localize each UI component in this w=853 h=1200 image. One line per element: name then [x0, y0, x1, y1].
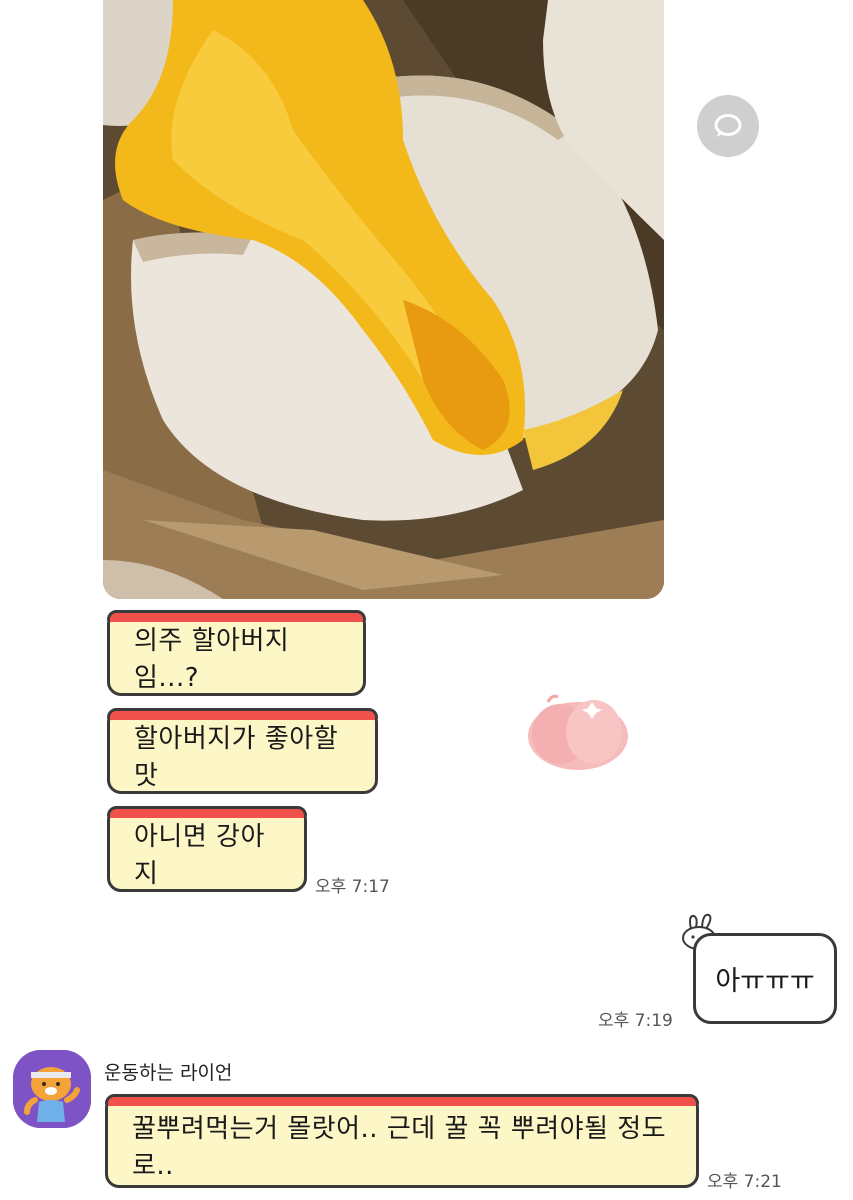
apple-sticker — [528, 694, 628, 770]
message-time: 오후 7:21 — [707, 1172, 782, 1192]
lion-avatar — [13, 1050, 91, 1128]
message-bubble[interactable]: 의주 할아버지임...? — [107, 610, 366, 696]
message-time: 오후 7:17 — [315, 877, 390, 897]
shared-photo[interactable] — [103, 0, 664, 599]
sent-message-bubble[interactable]: 아ㅠㅠㅠ — [693, 933, 837, 1024]
message-bubble[interactable]: 할아버지가 좋아할맛 — [107, 708, 378, 794]
share-icon — [714, 114, 742, 137]
message-text: 아니면 강아지 — [134, 822, 265, 889]
message-text: 아ㅠㅠㅠ — [715, 966, 815, 997]
message-text: 할아버지가 좋아할맛 — [134, 724, 339, 791]
sender-name: 운동하는 라이언 — [104, 1062, 233, 1084]
message-text: 의주 할아버지임...? — [134, 626, 290, 693]
sender-avatar[interactable] — [13, 1050, 91, 1128]
message-bubble[interactable]: 아니면 강아지 — [107, 806, 307, 892]
message-bubble[interactable]: 꿀뿌려먹는거 몰랏어.. 근데 꿀 꼭 뿌려야될 정도로.. — [105, 1094, 699, 1188]
share-button[interactable] — [697, 95, 759, 157]
message-text: 꿀뿌려먹는거 몰랏어.. 근데 꿀 꼭 뿌려야될 정도로.. — [132, 1114, 667, 1181]
message-time: 오후 7:19 — [598, 1011, 673, 1031]
